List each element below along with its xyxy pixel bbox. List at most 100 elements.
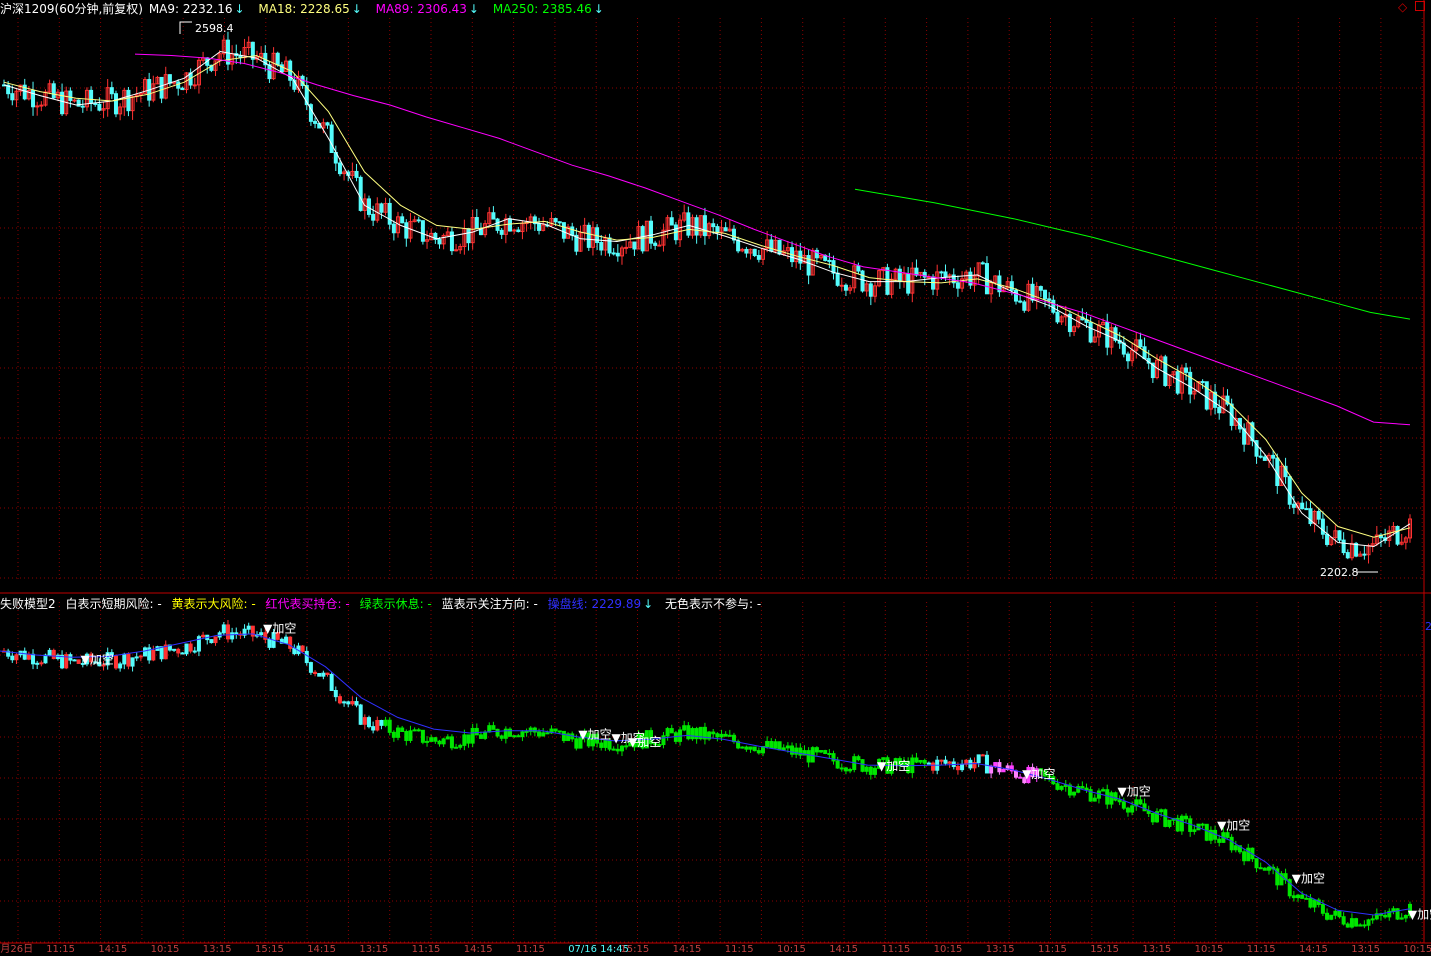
candle-body bbox=[715, 226, 720, 233]
signal-bar bbox=[1055, 783, 1060, 790]
ma9-arrow: ↓ bbox=[234, 2, 245, 16]
time-axis-label: 10:15 bbox=[777, 944, 806, 953]
signal-bar bbox=[288, 636, 293, 649]
signal-bar bbox=[839, 767, 844, 770]
candle-body bbox=[51, 83, 56, 99]
signal-bar bbox=[914, 757, 919, 763]
signal-bar bbox=[1163, 809, 1168, 827]
signal-bar bbox=[371, 726, 376, 731]
candle-body bbox=[1138, 339, 1143, 348]
restore-icon[interactable] bbox=[1415, 1, 1426, 11]
signal-bar bbox=[984, 754, 989, 774]
signal-bar bbox=[1329, 914, 1334, 920]
time-axis-label: 10:15 bbox=[151, 944, 180, 953]
time-axis-label: 11:15 bbox=[1247, 944, 1276, 953]
time-axis-label: 15:15 bbox=[1090, 944, 1119, 953]
yellow-legend: 黄表示大风险: - bbox=[171, 597, 256, 611]
candle-body bbox=[769, 239, 774, 252]
candle-body bbox=[379, 203, 384, 213]
signal-bar bbox=[429, 737, 434, 742]
signal-bar bbox=[1296, 894, 1301, 899]
signal-bar bbox=[391, 731, 396, 738]
add-short-signal: ▼加空 bbox=[1022, 767, 1055, 781]
signal-bar bbox=[126, 653, 131, 667]
signal-bar bbox=[412, 729, 417, 732]
add-short-signal: ▼加空 bbox=[81, 652, 114, 666]
signal-bar bbox=[665, 728, 670, 737]
signal-bar bbox=[1142, 803, 1147, 812]
signal-bar bbox=[848, 768, 853, 772]
add-short-signal: ▼加空 bbox=[1118, 785, 1151, 799]
signal-bar bbox=[151, 649, 156, 661]
signal-bar bbox=[396, 727, 401, 738]
ma89-label: MA89: 2306.43 bbox=[375, 2, 467, 16]
model-title: 失败模型2 bbox=[0, 597, 56, 611]
candle-body bbox=[653, 242, 658, 246]
candle-body bbox=[449, 231, 454, 252]
time-axis-label: 14:15 bbox=[829, 944, 858, 953]
signal-bar bbox=[462, 734, 467, 746]
signal-bar bbox=[599, 742, 604, 748]
candle-body bbox=[267, 64, 272, 80]
signal-bar bbox=[1092, 797, 1097, 802]
candle-body bbox=[250, 41, 255, 60]
signal-bar bbox=[1304, 897, 1309, 900]
diamond-icon[interactable]: ◇ bbox=[1398, 0, 1407, 14]
signal-bar bbox=[441, 738, 446, 745]
signal-bar bbox=[1109, 792, 1114, 805]
candle-body bbox=[897, 268, 902, 282]
candle-body bbox=[1043, 289, 1048, 300]
signal-bar bbox=[868, 766, 873, 775]
time-axis: 6月26日 11:15 14:15 10:15 13:15 15:15 14:15 13:15… bbox=[0, 943, 1431, 955]
candle-body bbox=[1142, 346, 1147, 360]
candle-body bbox=[1009, 281, 1014, 291]
signal-bar bbox=[918, 759, 923, 763]
signal-bar bbox=[495, 728, 500, 737]
candle-body bbox=[1204, 381, 1209, 410]
signal-bar bbox=[1184, 815, 1189, 820]
blue-legend: 蓝表示关注方向: - bbox=[441, 597, 538, 611]
time-axis-label: 14:15 bbox=[98, 944, 127, 953]
candle-body bbox=[856, 265, 861, 272]
signal-bar bbox=[819, 750, 824, 753]
time-axis-label: 11:15 bbox=[516, 944, 545, 953]
candle-body bbox=[1125, 353, 1130, 362]
signal-bar bbox=[756, 750, 761, 754]
candle-body bbox=[1362, 553, 1367, 556]
signal-bar bbox=[284, 636, 289, 644]
time-axis-label: 13:15 bbox=[203, 944, 232, 953]
candle-body bbox=[1088, 321, 1093, 343]
signal-bar bbox=[478, 734, 483, 739]
signal-bar bbox=[143, 647, 148, 657]
signal-bar bbox=[159, 646, 164, 660]
signal-bar bbox=[134, 656, 139, 659]
time-axis-label: 13:15 bbox=[1351, 944, 1380, 953]
candle-body bbox=[1325, 533, 1330, 545]
candle-body bbox=[752, 248, 757, 257]
signal-bar bbox=[43, 654, 48, 664]
candle-body bbox=[736, 239, 741, 252]
candle-body bbox=[777, 239, 782, 255]
signal-bar bbox=[379, 719, 384, 726]
candle-body bbox=[586, 224, 591, 248]
time-axis-label: 15:15 bbox=[620, 944, 649, 953]
candle-body bbox=[649, 220, 654, 244]
candle-body bbox=[1038, 286, 1043, 291]
candle-body bbox=[1022, 301, 1027, 311]
add-short-signal: ▼加空 bbox=[628, 735, 661, 749]
signal-bar bbox=[532, 727, 537, 733]
signal-bar bbox=[1059, 785, 1064, 790]
signal-bar bbox=[1130, 805, 1135, 813]
signal-bar bbox=[333, 689, 338, 698]
signal-bar bbox=[1254, 858, 1259, 869]
signal-bar bbox=[474, 727, 479, 736]
signal-bar bbox=[1320, 903, 1325, 914]
signal-bar bbox=[425, 740, 430, 743]
signal-bar bbox=[437, 740, 442, 745]
signal-bar bbox=[491, 725, 496, 730]
signal-bar bbox=[329, 673, 334, 691]
signal-bar bbox=[512, 735, 517, 738]
signal-bar bbox=[661, 735, 666, 746]
candle-body bbox=[1341, 539, 1346, 554]
signal-bar bbox=[221, 624, 226, 634]
